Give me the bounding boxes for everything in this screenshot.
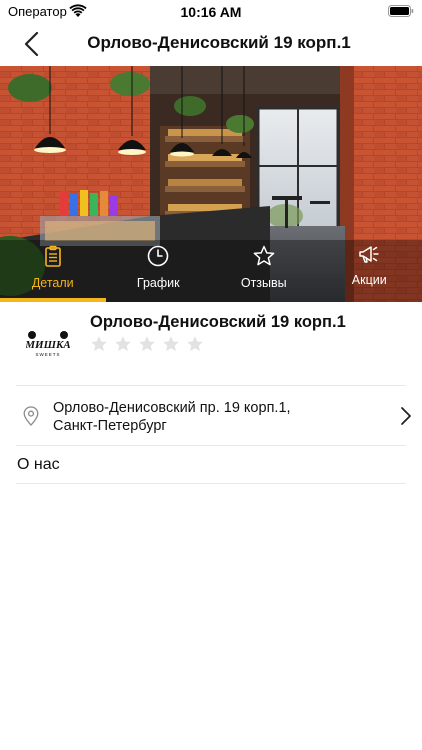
- tab-schedule-label: График: [136, 276, 180, 290]
- tab-details-label: Детали: [31, 276, 74, 290]
- about-label: О нас: [17, 456, 60, 473]
- star-empty-icon: [139, 336, 155, 352]
- star-empty-icon: [91, 336, 107, 352]
- venue-header: МИШКА SWEETS Орлово-Денисовский 19 корп.…: [0, 302, 422, 386]
- star-rating: [90, 335, 205, 353]
- star-outline-icon: [253, 245, 275, 266]
- star-empty-icon: [163, 336, 179, 352]
- tab-promotions[interactable]: Акции: [317, 240, 422, 302]
- svg-text:SWEETS: SWEETS: [35, 352, 60, 357]
- status-time: 10:16 AM: [180, 4, 242, 20]
- back-button[interactable]: [14, 28, 48, 60]
- page-title: Орлово-Денисовский 19 корп.1: [87, 33, 351, 52]
- megaphone-icon: [359, 246, 379, 263]
- brand-logo: МИШКА SWEETS: [26, 331, 70, 357]
- venue-title: Орлово-Денисовский 19 корп.1: [90, 313, 346, 331]
- clipboard-icon: [44, 245, 61, 267]
- star-empty-icon: [187, 336, 203, 352]
- tab-reviews[interactable]: Отзывы: [211, 240, 317, 302]
- star-empty-icon: [115, 336, 131, 352]
- clock-icon: [147, 245, 169, 267]
- navigation-bar: Орлово-Денисовский 19 корп.1: [0, 24, 422, 64]
- tab-promotions-label: Акции: [351, 273, 387, 287]
- chevron-right-icon: [401, 407, 411, 425]
- chevron-left-icon: [24, 31, 39, 57]
- location-pin-icon: [23, 406, 39, 426]
- tab-details[interactable]: Детали: [0, 240, 106, 302]
- address-row[interactable]: Орлово-Денисовский пр. 19 корп.1, Санкт-…: [0, 386, 422, 446]
- status-bar: Оператор 10:16 AM: [0, 0, 422, 24]
- tab-schedule[interactable]: График: [106, 240, 212, 302]
- about-row[interactable]: О нас: [0, 446, 422, 484]
- address-line-2: Санкт-Петербург: [53, 418, 167, 434]
- divider: [16, 483, 406, 484]
- section-tab-bar: Детали График Отзывы Акции: [0, 240, 422, 302]
- address-line-1: Орлово-Денисовский пр. 19 корп.1,: [53, 400, 291, 416]
- svg-text:МИШКА: МИШКА: [26, 339, 70, 351]
- address-text: Орлово-Денисовский пр. 19 корп.1, Санкт-…: [53, 399, 291, 435]
- tab-reviews-label: Отзывы: [240, 276, 287, 290]
- battery-icon: [388, 5, 414, 17]
